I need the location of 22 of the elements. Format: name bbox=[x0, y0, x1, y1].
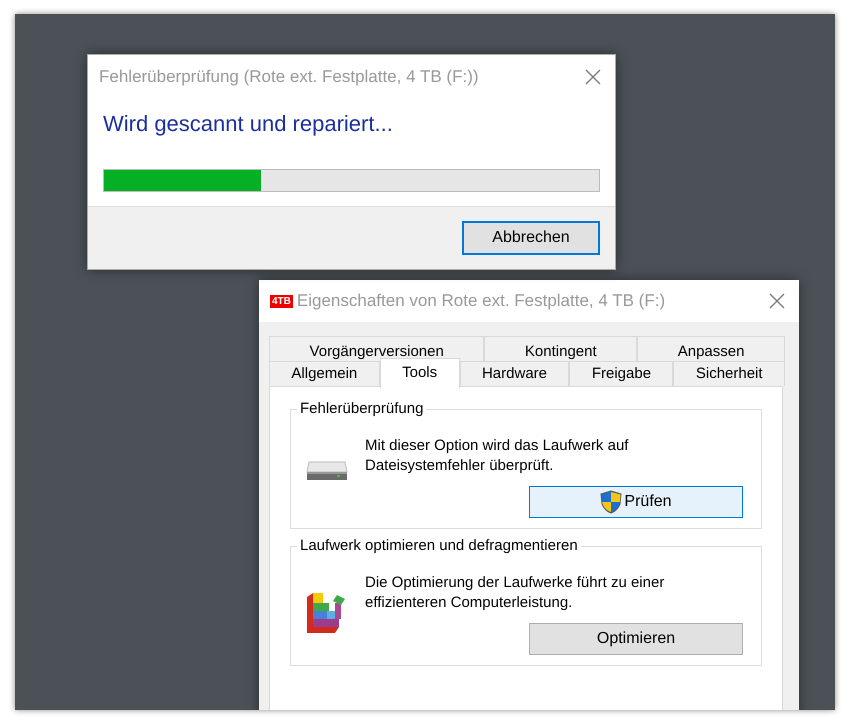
description-text: Die Optimierung der Laufwerke führt zu einer effizienteren Computerleistung. bbox=[365, 573, 666, 613]
window-title: Fehlerüberprüfung (Rote ext. Festplatte, 4 TB (F:)) bbox=[99, 67, 480, 87]
tab[interactable]: Anpassen bbox=[637, 336, 785, 361]
cancel-button[interactable]: Abbrechen bbox=[462, 221, 600, 255]
tab[interactable]: Hardware bbox=[460, 361, 570, 386]
status-heading: Wird gescannt und repariert... bbox=[103, 111, 394, 138]
window-title: Eigenschaften von Rote ext. Festplatte, 4 TB (F:) bbox=[296, 291, 666, 311]
close-icon bbox=[769, 293, 785, 309]
tab[interactable]: Vorgängerversionen bbox=[269, 336, 484, 361]
tab[interactable]: Kontingent bbox=[484, 336, 638, 361]
close-icon bbox=[585, 69, 601, 85]
tab[interactable]: Allgemein bbox=[269, 361, 380, 386]
tab[interactable]: Sicherheit bbox=[673, 361, 785, 386]
drive-badge: 4TB bbox=[270, 294, 293, 308]
tab[interactable]: Freigabe bbox=[569, 361, 674, 386]
group-title: Fehlerüberprüfung bbox=[297, 400, 426, 417]
tab[interactable]: Tools bbox=[380, 358, 460, 388]
group-title: Laufwerk optimieren und defragmentieren bbox=[297, 537, 581, 554]
uac-shield-icon bbox=[600, 490, 622, 514]
action-button[interactable]: Optimieren bbox=[529, 623, 743, 655]
action-button[interactable]: Prüfen bbox=[529, 486, 743, 518]
description-text: Mit dieser Option wird das Laufwerk auf Dateisystemfehler überprüft. bbox=[365, 436, 630, 476]
